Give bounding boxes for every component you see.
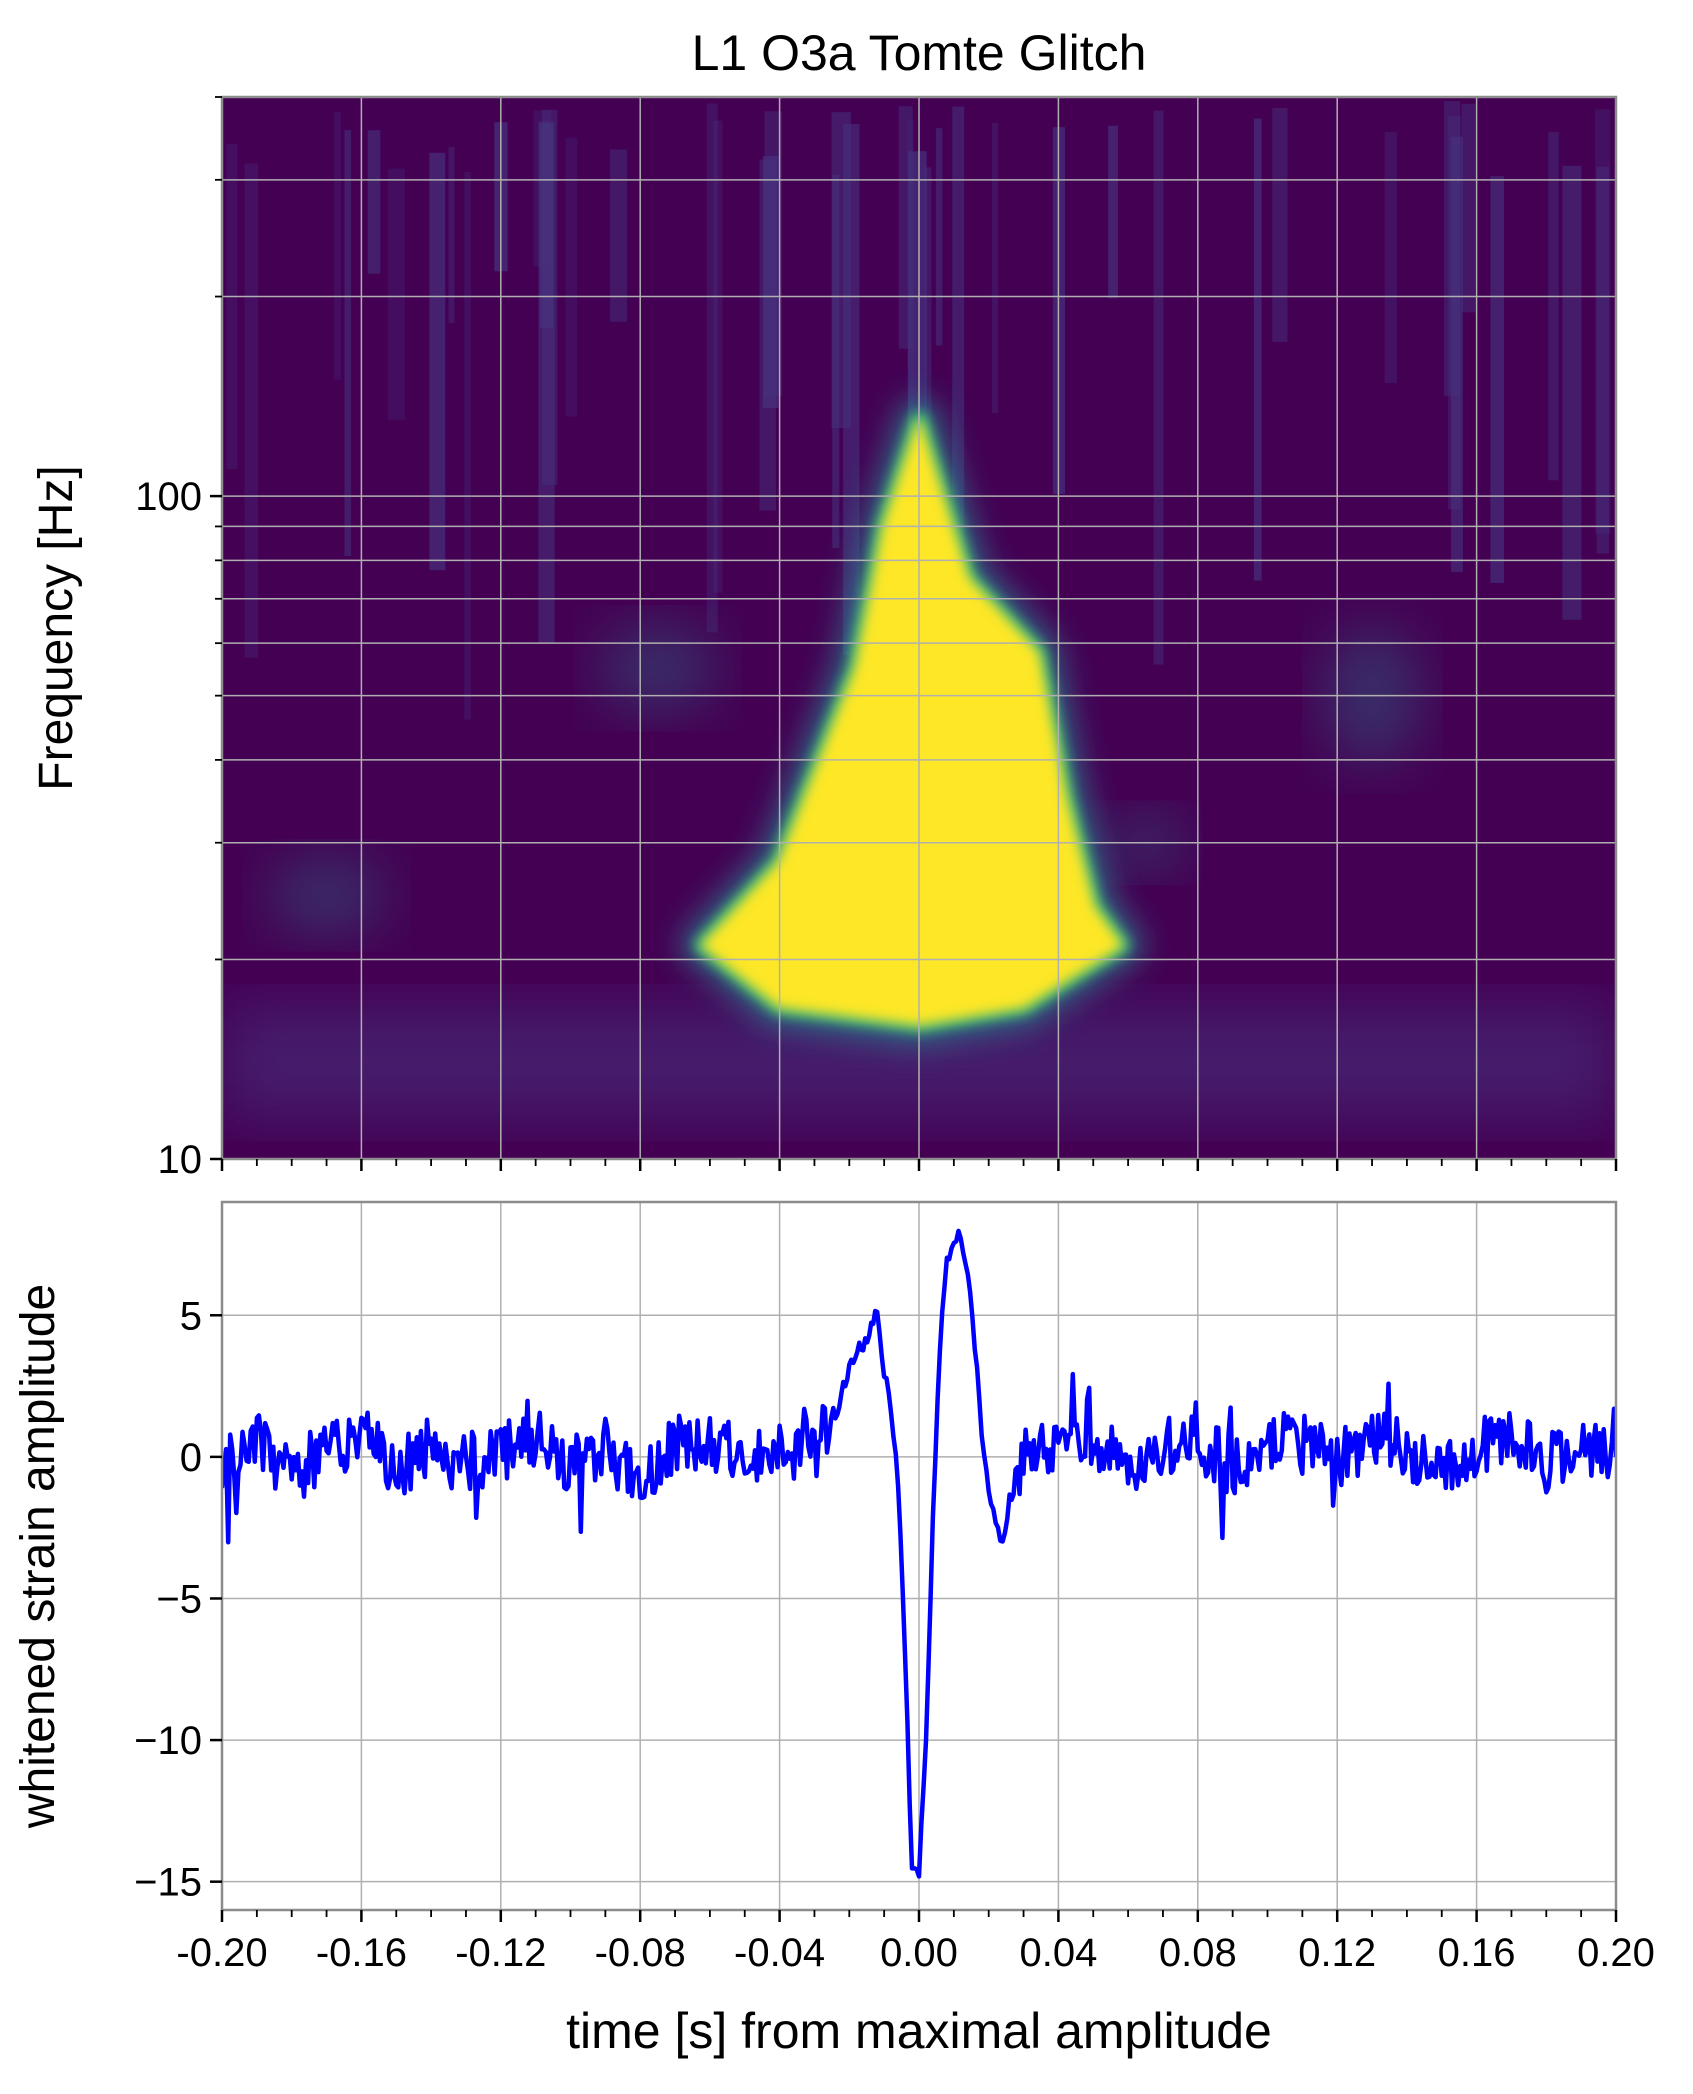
noise-streak bbox=[1272, 107, 1288, 342]
x-tick-label: 0.00 bbox=[880, 1931, 958, 1975]
noise-streak bbox=[244, 163, 259, 658]
noise-streak bbox=[1461, 103, 1476, 313]
noise-streak bbox=[1490, 176, 1505, 583]
side-glow bbox=[266, 855, 387, 936]
bottom-y-tick-label: −15 bbox=[134, 1861, 202, 1905]
noise-streak bbox=[387, 168, 405, 420]
noise-streak bbox=[1562, 165, 1582, 620]
noise-streak bbox=[367, 130, 381, 274]
x-axis-label: time [s] from maximal amplitude bbox=[566, 2003, 1272, 2059]
bottom-grid bbox=[221, 1202, 1617, 1910]
noise-streak bbox=[713, 120, 723, 593]
x-tick-label: -0.12 bbox=[455, 1931, 546, 1975]
noise-streak bbox=[991, 122, 999, 414]
timeseries-panel: -0.20 -0.16 -0.12 -0.08 -0.04 0.00 0.04 0.08 0.1… bbox=[12, 1200, 1655, 2059]
top-y-tick-label: 100 bbox=[135, 475, 202, 519]
x-tick-label: 0.16 bbox=[1438, 1931, 1516, 1975]
noise-streak bbox=[464, 172, 471, 720]
noise-streak bbox=[935, 128, 943, 346]
noise-streak bbox=[334, 111, 342, 380]
noise-streak bbox=[832, 174, 840, 548]
spectrogram-panel: 10 100 Frequency [Hz] bbox=[30, 95, 1618, 1182]
bottom-y-tick-label: −10 bbox=[134, 1719, 202, 1763]
bottom-y-axis-label: whitened strain amplitude bbox=[12, 1284, 65, 1829]
x-tick-label: -0.20 bbox=[176, 1931, 267, 1975]
top-y-axis-label: Frequency [Hz] bbox=[30, 465, 83, 790]
noise-streak bbox=[1548, 132, 1559, 481]
noise-streak bbox=[1253, 118, 1262, 581]
noise-streak bbox=[1153, 110, 1164, 665]
noise-streak bbox=[1595, 109, 1611, 534]
noise-streak bbox=[429, 152, 446, 571]
x-tick-label: -0.04 bbox=[734, 1931, 825, 1975]
figure: L1 O3a Tomte Glitch 10 100 Frequency [Hz]… bbox=[12, 25, 1655, 2059]
noise-streak bbox=[1384, 132, 1397, 384]
x-tick-label: 0.04 bbox=[1019, 1931, 1097, 1975]
bottom-y-tick-label: −5 bbox=[156, 1577, 202, 1621]
chart-title: L1 O3a Tomte Glitch bbox=[692, 25, 1147, 81]
bottom-y-tick-label: 5 bbox=[180, 1294, 202, 1338]
top-y-tick-label: 10 bbox=[158, 1138, 203, 1182]
x-tick-label: -0.08 bbox=[595, 1931, 686, 1975]
noise-streak bbox=[1108, 125, 1118, 299]
noise-streak bbox=[1444, 101, 1461, 397]
noise-streak bbox=[538, 121, 555, 643]
x-tick-label: -0.16 bbox=[316, 1931, 407, 1975]
x-tick-label: 0.08 bbox=[1159, 1931, 1237, 1975]
noise-streak bbox=[344, 129, 352, 556]
bottom-y-tick-label: 0 bbox=[180, 1436, 202, 1480]
x-tick-label: 0.12 bbox=[1298, 1931, 1376, 1975]
noise-streak bbox=[226, 143, 238, 470]
bottom-ticks: -0.20 -0.16 -0.12 -0.08 -0.04 0.00 0.04 0.08 0.1… bbox=[134, 1294, 1655, 1975]
side-glow bbox=[597, 623, 718, 714]
x-tick-label: 0.20 bbox=[1577, 1931, 1655, 1975]
